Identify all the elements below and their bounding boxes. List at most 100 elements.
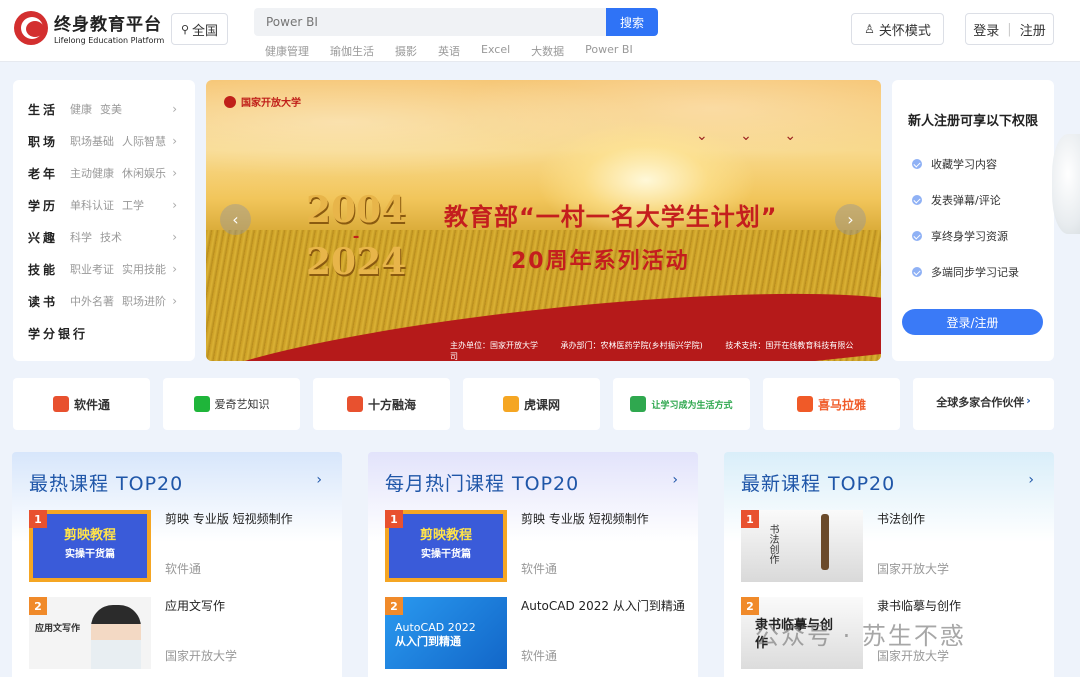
course-card[interactable]: 1 剪映教程 实操干货篇 剪映 专业版 短视频制作 软件通 — [385, 510, 685, 582]
hotword-link[interactable]: Power BI — [585, 43, 633, 59]
region-selector[interactable]: ⚲ 全国 — [171, 13, 228, 45]
banner-prev-button[interactable]: ‹ — [220, 204, 251, 235]
chevron-right-icon: › — [172, 294, 177, 308]
partner-logo[interactable]: 爱奇艺知识 — [163, 378, 300, 430]
search-input[interactable] — [254, 8, 606, 36]
chevron-right-icon[interactable]: › — [316, 472, 322, 488]
logo-mark-icon — [14, 10, 48, 45]
category-title: 读书 — [28, 294, 59, 309]
top-header: 终身教育平台 Lifelong Education Platform ⚲ 全国 … — [0, 0, 1080, 62]
university-logo-icon — [224, 95, 236, 108]
login-register-button[interactable]: 登录/注册 — [902, 309, 1043, 335]
region-label: 全国 — [192, 23, 219, 39]
banner-org: 国家开放大学 — [224, 94, 301, 109]
partner-logo[interactable]: 软件通 — [13, 378, 150, 430]
category-sub-link[interactable]: 变美 — [100, 101, 122, 117]
category-item-credit-bank[interactable]: 学分银行 — [13, 317, 195, 349]
category-sub-link[interactable]: 健康 — [70, 101, 92, 117]
chevron-right-icon[interactable]: › — [672, 472, 678, 488]
course-thumbnail: 2 AutoCAD 2022 从入门到精通 — [385, 597, 507, 669]
category-item-career[interactable]: 职场 职场基础 人际智慧 › — [13, 125, 195, 157]
location-icon: ⚲ — [180, 22, 190, 36]
partner-logo[interactable]: 十方融海 — [313, 378, 450, 430]
category-nav: 生活 健康 变美 › 职场 职场基础 人际智慧 › 老年 主动健康 休闲娱乐 ›… — [13, 80, 195, 361]
brush-image — [821, 514, 829, 570]
course-thumbnail: 1 剪映教程 实操干货篇 — [385, 510, 507, 582]
divider: | — [1007, 21, 1012, 37]
hotword-link[interactable]: 瑜伽生活 — [330, 43, 374, 59]
partner-more[interactable]: 全球多家合作伙伴 › — [913, 378, 1054, 430]
site-logo[interactable]: 终身教育平台 Lifelong Education Platform — [14, 10, 164, 45]
banner-next-button[interactable]: › — [835, 204, 866, 235]
hotword-link[interactable]: 大数据 — [531, 43, 564, 59]
chevron-right-icon: › — [172, 134, 177, 148]
partner-logo[interactable]: 虎课网 — [463, 378, 600, 430]
category-item-interest[interactable]: 兴趣 科学 技术 › — [13, 221, 195, 253]
rank-badge: 2 — [385, 597, 403, 615]
partner-logo-icon — [52, 396, 69, 412]
category-item-degree[interactable]: 学历 单科认证 工学 › — [13, 189, 195, 221]
register-link[interactable]: 注册 — [1020, 20, 1046, 39]
course-thumbnail: 2 应用文写作 — [29, 597, 151, 669]
course-card[interactable]: 2 AutoCAD 2022 从入门到精通 AutoCAD 2022 从入门到精… — [385, 597, 685, 669]
rank-badge: 1 — [385, 510, 403, 528]
category-title: 技能 — [28, 262, 59, 277]
category-sub-link[interactable]: 单科认证 — [70, 197, 114, 213]
rank-badge: 1 — [29, 510, 47, 528]
care-mode-button[interactable]: ♙ 关怀模式 — [851, 13, 944, 45]
category-sub-link[interactable]: 职场基础 — [70, 133, 114, 149]
category-title: 学分银行 — [28, 326, 89, 341]
category-title: 学历 — [28, 198, 59, 213]
rank-badge: 2 — [29, 597, 47, 615]
course-source: 国家开放大学 — [165, 649, 238, 663]
banner-footer: 主办单位：国家开放大学 承办部门：农林医药学院(乡村振兴学院) 技术支持：国开在… — [450, 341, 854, 361]
category-sub-link[interactable]: 主动健康 — [70, 165, 114, 181]
chevron-right-icon: › — [172, 198, 177, 212]
course-card[interactable]: 1 书法创作 书法创作 国家开放大学 — [741, 510, 1041, 582]
category-item-senior[interactable]: 老年 主动健康 休闲娱乐 › — [13, 157, 195, 189]
hotword-link[interactable]: 健康管理 — [265, 43, 309, 59]
category-sub-link[interactable]: 中外名著 — [70, 293, 114, 309]
rank-badge: 1 — [741, 510, 759, 528]
hotword-link[interactable]: 摄影 — [395, 43, 417, 59]
partner-logo-icon — [193, 396, 210, 412]
chevron-right-icon: › — [172, 230, 177, 244]
chevron-right-icon: › — [172, 102, 177, 116]
perk-item: 多端同步学习记录 — [912, 264, 1019, 280]
category-title: 老年 — [28, 166, 59, 181]
category-sub-link[interactable]: 休闲娱乐 — [122, 165, 166, 181]
category-item-life[interactable]: 生活 健康 变美 › — [13, 93, 195, 125]
perk-item: 发表弹幕/评论 — [912, 192, 1001, 208]
partner-logo[interactable]: 让学习成为生活方式 — [613, 378, 750, 430]
check-icon — [912, 159, 922, 169]
panel-hottest-courses: 最热课程 TOP20 › 1 剪映教程 实操干货篇 剪映 专业版 短视频制作 软… — [12, 452, 342, 677]
login-link[interactable]: 登录 — [973, 20, 999, 39]
category-sub-link[interactable]: 职业考证 — [70, 261, 114, 277]
course-title: AutoCAD 2022 从入门到精通 — [521, 599, 685, 613]
check-icon — [912, 231, 922, 241]
category-sub-link[interactable]: 工学 — [122, 197, 144, 213]
course-card[interactable]: 1 剪映教程 实操干货篇 剪映 专业版 短视频制作 软件通 — [29, 510, 329, 582]
hero-banner[interactable]: ⌄ ⌄ ⌄ 国家开放大学 2004 - 2024 教育部“一村一名大学生计划” … — [206, 80, 881, 361]
chevron-right-icon[interactable]: › — [1028, 472, 1034, 488]
category-sub-link[interactable]: 实用技能 — [122, 261, 166, 277]
partner-logo[interactable]: 喜马拉雅 — [763, 378, 900, 430]
partner-logo-icon — [346, 396, 363, 412]
category-item-reading[interactable]: 读书 中外名著 职场进阶 › — [13, 285, 195, 317]
perks-title: 新人注册可享以下权限 — [907, 114, 1038, 129]
hotword-link[interactable]: Excel — [481, 43, 510, 59]
perk-item: 收藏学习内容 — [912, 156, 997, 172]
category-sub-link[interactable]: 人际智慧 — [122, 133, 166, 149]
check-icon — [912, 195, 922, 205]
hotword-link[interactable]: 英语 — [438, 43, 460, 59]
category-item-skills[interactable]: 技能 职业考证 实用技能 › — [13, 253, 195, 285]
course-title: 书法创作 — [877, 512, 926, 526]
course-title: 剪映 专业版 短视频制作 — [165, 512, 293, 526]
category-sub-link[interactable]: 职场进阶 — [122, 293, 166, 309]
perk-item: 享终身学习资源 — [912, 228, 1008, 244]
category-sub-link[interactable]: 科学 — [70, 229, 92, 245]
search-button[interactable]: 搜索 — [606, 8, 658, 36]
auth-group: 登录 | 注册 — [965, 13, 1054, 45]
category-sub-link[interactable]: 技术 — [100, 229, 122, 245]
course-card[interactable]: 2 应用文写作 应用文写作 国家开放大学 — [29, 597, 329, 669]
